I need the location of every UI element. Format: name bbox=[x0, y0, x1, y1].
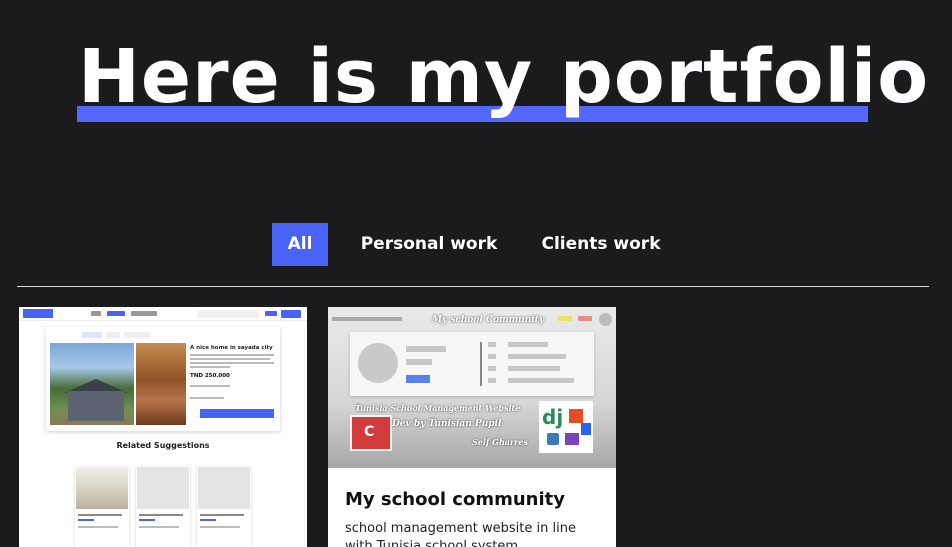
preview-info-line bbox=[508, 354, 566, 359]
preview-panel-separator bbox=[480, 342, 482, 386]
preview-tab bbox=[106, 332, 120, 338]
preview-signin-link bbox=[265, 311, 277, 316]
preview-caption-main: Tunisia School Management Website bbox=[355, 403, 521, 413]
preview-profile-panel bbox=[350, 332, 594, 396]
preview-caption-author: Seif Gharres bbox=[472, 437, 528, 447]
preview-user-avatar bbox=[599, 313, 612, 326]
project-card-real-estate[interactable]: A nice home in sayada city TND 250.000 R… bbox=[19, 307, 307, 547]
preview-suggestion-line bbox=[200, 514, 244, 516]
project-description: school management website in line with T… bbox=[345, 521, 576, 547]
preview-suggestion-line bbox=[78, 526, 118, 528]
css3-logo bbox=[581, 423, 591, 435]
preview-nav-link bbox=[107, 311, 125, 316]
filter-all-button[interactable]: All bbox=[272, 223, 328, 266]
preview-logo bbox=[23, 309, 53, 318]
preview-suggestion-line bbox=[139, 526, 179, 528]
filter-clients-work-button[interactable]: Clients work bbox=[528, 223, 674, 266]
preview-location-line bbox=[190, 385, 230, 387]
preview-text-line bbox=[190, 358, 270, 360]
preview-listing-panel: A nice home in sayada city TND 250.000 bbox=[46, 327, 280, 431]
html5-logo bbox=[569, 409, 583, 423]
preview-navbar bbox=[19, 307, 307, 321]
preview-bullet bbox=[488, 366, 496, 371]
preview-info-line bbox=[508, 378, 574, 383]
preview-suggestion-image bbox=[198, 467, 250, 509]
preview-c-logo: C bbox=[350, 415, 392, 451]
preview-suggestion-card bbox=[197, 466, 251, 547]
preview-search-box bbox=[197, 310, 259, 318]
bootstrap-logo bbox=[565, 433, 579, 445]
preview-suggestion-price bbox=[78, 519, 94, 521]
preview-info-line bbox=[508, 342, 548, 347]
preview-suggestion-card bbox=[136, 466, 190, 547]
portfolio-filter-bar: All Personal work Clients work bbox=[0, 223, 952, 266]
preview-topbar bbox=[332, 317, 402, 321]
preview-listing-price: TND 250.000 bbox=[190, 373, 230, 379]
preview-nav-link bbox=[131, 311, 157, 316]
filter-personal-work-button[interactable]: Personal work bbox=[350, 223, 508, 266]
preview-banner-title: My school Community bbox=[432, 315, 545, 325]
django-logo: dj bbox=[542, 405, 564, 429]
preview-text-line bbox=[190, 366, 230, 368]
preview-suggestion-card bbox=[75, 466, 129, 547]
preview-tech-logos: dj bbox=[539, 401, 593, 453]
preview-suggestion-price bbox=[139, 519, 155, 521]
preview-profile-button bbox=[406, 375, 430, 383]
preview-bullet bbox=[488, 378, 496, 383]
preview-tab bbox=[82, 332, 102, 338]
preview-gallery-tabs bbox=[82, 332, 154, 338]
preview-tab bbox=[124, 332, 150, 338]
preview-info-line bbox=[508, 366, 560, 371]
preview-profile-line bbox=[406, 346, 446, 352]
section-divider bbox=[17, 286, 929, 287]
preview-text-line bbox=[190, 354, 274, 356]
preview-text-line bbox=[190, 362, 274, 364]
preview-bullet bbox=[488, 354, 496, 359]
hero-title: Here is my portfolio bbox=[78, 34, 930, 120]
preview-nav-link bbox=[91, 311, 101, 316]
preview-suggestion-image bbox=[76, 467, 128, 509]
preview-listing-title: A nice home in sayada city bbox=[190, 345, 273, 351]
preview-house-photo bbox=[50, 343, 134, 425]
preview-signup-button bbox=[281, 310, 301, 318]
preview-suggestion-line bbox=[200, 526, 240, 528]
preview-contact-button bbox=[200, 409, 274, 418]
preview-profile-avatar bbox=[358, 343, 398, 383]
preview-status-dot bbox=[578, 316, 592, 321]
project-screenshot-school-community: My school Community Tunisia School Manag… bbox=[328, 307, 616, 468]
preview-house-body bbox=[68, 391, 124, 421]
preview-suggestion-line bbox=[139, 514, 183, 516]
preview-suggestion-line bbox=[78, 514, 122, 516]
preview-status-dot bbox=[558, 316, 572, 321]
project-title[interactable]: My school community bbox=[345, 489, 565, 510]
preview-caption-dev: Dev by Tunisian Pupil bbox=[392, 419, 502, 429]
preview-profile-line bbox=[406, 359, 432, 365]
preview-interior-photo bbox=[136, 343, 186, 425]
preview-related-heading: Related Suggestions bbox=[116, 441, 210, 450]
preview-features-line bbox=[190, 397, 224, 399]
preview-suggestion-price bbox=[200, 519, 216, 521]
project-card-school-community[interactable]: My school Community Tunisia School Manag… bbox=[328, 307, 616, 547]
python-logo bbox=[547, 433, 559, 445]
preview-bullet bbox=[488, 342, 496, 347]
preview-suggestion-image bbox=[137, 467, 189, 509]
